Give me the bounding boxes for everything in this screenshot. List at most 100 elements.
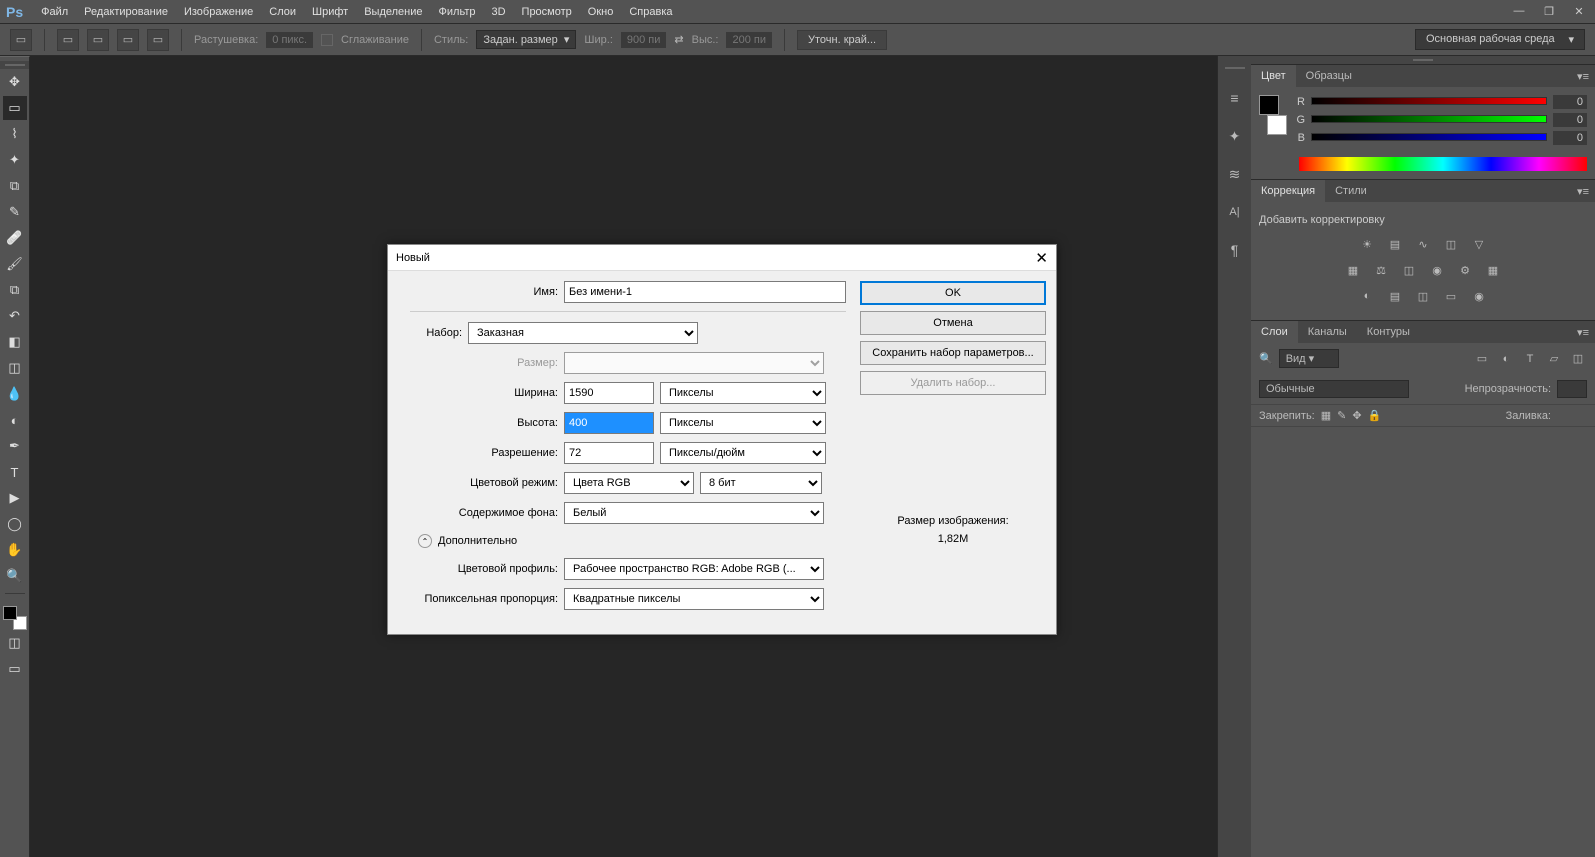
filter-smart-icon[interactable]: ◫ bbox=[1569, 350, 1587, 368]
lookup-icon[interactable]: ▦ bbox=[1483, 260, 1503, 280]
close-icon[interactable]: ✕ bbox=[1569, 5, 1589, 18]
color-swatches[interactable] bbox=[3, 606, 27, 630]
swap-dimensions-icon[interactable]: ⇄ bbox=[674, 33, 683, 46]
dialog-close-icon[interactable]: ✕ bbox=[1035, 249, 1048, 267]
save-preset-button[interactable]: Сохранить набор параметров... bbox=[860, 341, 1046, 365]
feather-value[interactable]: 0 пикс. bbox=[266, 32, 313, 48]
dodge-tool[interactable]: ◐ bbox=[3, 408, 27, 432]
blend-mode-select[interactable]: Обычные bbox=[1259, 380, 1409, 398]
zoom-tool[interactable]: 🔍 bbox=[3, 564, 27, 588]
spectrum-bar[interactable] bbox=[1299, 157, 1587, 171]
type-tool[interactable]: T bbox=[3, 460, 27, 484]
color-swatches-panel[interactable] bbox=[1259, 95, 1287, 135]
filter-type-icon[interactable]: T bbox=[1521, 350, 1539, 368]
menu-layers[interactable]: Слои bbox=[261, 6, 304, 18]
menu-image[interactable]: Изображение bbox=[176, 6, 261, 18]
menu-3d[interactable]: 3D bbox=[483, 6, 513, 18]
background-select[interactable]: Белый bbox=[564, 502, 824, 524]
balance-icon[interactable]: ⚖ bbox=[1371, 260, 1391, 280]
colormode-select[interactable]: Цвета RGB bbox=[564, 472, 694, 494]
filter-shape-icon[interactable]: ▱ bbox=[1545, 350, 1563, 368]
lock-all-icon[interactable]: 🔒 bbox=[1368, 409, 1382, 422]
new-selection-icon[interactable]: ▭ bbox=[57, 29, 79, 51]
styles-tab[interactable]: Стили bbox=[1325, 180, 1377, 202]
minimize-icon[interactable]: — bbox=[1509, 5, 1529, 18]
adjustments-tab[interactable]: Коррекция bbox=[1251, 180, 1325, 202]
gradient-tool[interactable]: ◫ bbox=[3, 356, 27, 380]
width-input[interactable] bbox=[564, 382, 654, 404]
lasso-tool[interactable]: ⌇ bbox=[3, 122, 27, 146]
menu-view[interactable]: Просмотр bbox=[514, 6, 580, 18]
character-panel-icon[interactable]: A| bbox=[1223, 200, 1247, 224]
foreground-swatch[interactable] bbox=[1259, 95, 1279, 115]
workspace-select[interactable]: Основная рабочая среда▾ bbox=[1415, 29, 1585, 50]
bw-icon[interactable]: ◫ bbox=[1399, 260, 1419, 280]
name-input[interactable] bbox=[564, 281, 846, 303]
magic-wand-tool[interactable]: ✦ bbox=[3, 148, 27, 172]
filter-pixel-icon[interactable]: ▭ bbox=[1473, 350, 1491, 368]
quick-mask-tool[interactable]: ◫ bbox=[3, 631, 27, 655]
paragraph-panel-icon[interactable]: ¶ bbox=[1223, 238, 1247, 262]
pen-tool[interactable]: ✒ bbox=[3, 434, 27, 458]
threshold-icon[interactable]: ◫ bbox=[1413, 286, 1433, 306]
panel-handle[interactable] bbox=[1218, 64, 1251, 72]
photo-filter-icon[interactable]: ◉ bbox=[1427, 260, 1447, 280]
b-slider[interactable] bbox=[1311, 133, 1547, 143]
g-value[interactable]: 0 bbox=[1553, 113, 1587, 127]
panel-handle[interactable] bbox=[0, 61, 29, 69]
channels-tab[interactable]: Каналы bbox=[1298, 321, 1357, 343]
height-value[interactable]: 200 пи bbox=[726, 32, 772, 48]
panel-handle[interactable] bbox=[1251, 56, 1595, 64]
eyedropper-tool[interactable]: ✎ bbox=[3, 200, 27, 224]
ok-button[interactable]: OK bbox=[860, 281, 1046, 305]
style-select[interactable]: Задан. размер ▾ bbox=[476, 30, 576, 49]
selective-color-icon[interactable]: ◉ bbox=[1469, 286, 1489, 306]
height-input[interactable] bbox=[564, 412, 654, 434]
panel-menu-icon[interactable]: ▾≡ bbox=[1571, 70, 1595, 83]
aspect-select[interactable]: Квадратные пикселы bbox=[564, 588, 824, 610]
b-value[interactable]: 0 bbox=[1553, 131, 1587, 145]
gradient-map-icon[interactable]: ▭ bbox=[1441, 286, 1461, 306]
preset-select[interactable]: Заказная bbox=[468, 322, 698, 344]
r-slider[interactable] bbox=[1311, 97, 1547, 107]
brush-tool[interactable]: 🖌 bbox=[3, 252, 27, 276]
hue-icon[interactable]: ▦ bbox=[1343, 260, 1363, 280]
intersect-selection-icon[interactable]: ▭ bbox=[147, 29, 169, 51]
lock-pixels-icon[interactable]: ▦ bbox=[1321, 409, 1331, 422]
adjustments-panel-icon[interactable]: ≋ bbox=[1223, 162, 1247, 186]
foreground-swatch[interactable] bbox=[3, 606, 17, 620]
menu-help[interactable]: Справка bbox=[621, 6, 680, 18]
width-value[interactable]: 900 пи bbox=[621, 32, 667, 48]
curves-icon[interactable]: ∿ bbox=[1413, 234, 1433, 254]
add-selection-icon[interactable]: ▭ bbox=[87, 29, 109, 51]
r-value[interactable]: 0 bbox=[1553, 95, 1587, 109]
crop-tool[interactable]: ⧉ bbox=[3, 174, 27, 198]
g-slider[interactable] bbox=[1311, 115, 1547, 125]
menu-edit[interactable]: Редактирование bbox=[76, 6, 176, 18]
exposure-icon[interactable]: ◫ bbox=[1441, 234, 1461, 254]
panel-menu-icon[interactable]: ▾≡ bbox=[1571, 185, 1595, 198]
properties-panel-icon[interactable]: ✦ bbox=[1223, 124, 1247, 148]
height-unit-select[interactable]: Пикселы bbox=[660, 412, 826, 434]
hand-tool[interactable]: ✋ bbox=[3, 538, 27, 562]
bitdepth-select[interactable]: 8 бит bbox=[700, 472, 822, 494]
levels-icon[interactable]: ▤ bbox=[1385, 234, 1405, 254]
opacity-value[interactable] bbox=[1557, 380, 1587, 398]
width-unit-select[interactable]: Пикселы bbox=[660, 382, 826, 404]
shape-tool[interactable]: ◯ bbox=[3, 512, 27, 536]
refine-edge-button[interactable]: Уточн. край... bbox=[797, 30, 887, 50]
brightness-icon[interactable]: ☀ bbox=[1357, 234, 1377, 254]
resolution-input[interactable] bbox=[564, 442, 654, 464]
lock-position-icon[interactable]: ✎ bbox=[1337, 409, 1346, 422]
paths-tab[interactable]: Контуры bbox=[1357, 321, 1420, 343]
healing-brush-tool[interactable]: 🩹 bbox=[3, 226, 27, 250]
advanced-toggle[interactable]: ⌃ Дополнительно bbox=[418, 534, 846, 548]
vibrance-icon[interactable]: ▽ bbox=[1469, 234, 1489, 254]
history-brush-tool[interactable]: ↶ bbox=[3, 304, 27, 328]
marquee-tool[interactable]: ▭ bbox=[3, 96, 27, 120]
antialias-checkbox[interactable] bbox=[321, 34, 333, 46]
color-tab[interactable]: Цвет bbox=[1251, 65, 1296, 87]
invert-icon[interactable]: ◐ bbox=[1357, 286, 1377, 306]
tool-preset-icon[interactable]: ▭ bbox=[10, 29, 32, 51]
filter-type-select[interactable]: Вид ▾ bbox=[1279, 349, 1339, 368]
